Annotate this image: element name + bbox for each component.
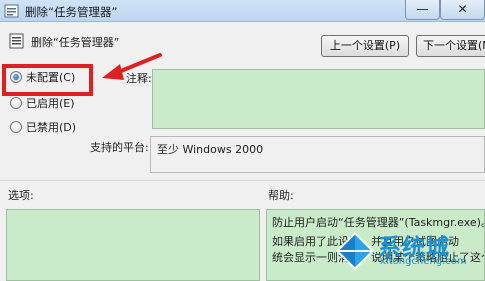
help-label: 帮助: bbox=[268, 189, 294, 202]
supported-platform-label: 支持的平台: bbox=[90, 141, 149, 154]
minimize-button[interactable]: — bbox=[405, 0, 440, 20]
policy-title: 删除“任务管理器” bbox=[31, 36, 120, 49]
annotation-highlight-box bbox=[2, 64, 93, 96]
options-pane bbox=[6, 209, 260, 281]
options-label: 选项: bbox=[8, 189, 34, 202]
watermark: 系统城 xitongcheng.com bbox=[330, 226, 485, 281]
minimize-icon: — bbox=[416, 2, 429, 16]
supported-platform-value: 至少 Windows 2000 bbox=[150, 136, 485, 173]
radio-enabled[interactable]: 已启用(E) bbox=[10, 95, 75, 111]
policy-settings-icon bbox=[4, 4, 19, 18]
radio-label: 已禁用(D) bbox=[26, 121, 77, 134]
window-title: 删除“任务管理器” bbox=[25, 5, 118, 19]
watermark-url: xitongcheng.com bbox=[380, 256, 467, 267]
radio-button[interactable] bbox=[10, 121, 22, 133]
radio-disabled[interactable]: 已禁用(D) bbox=[10, 119, 76, 135]
next-setting-button[interactable]: 下一个设置(N) bbox=[416, 35, 485, 57]
radio-label: 已启用(E) bbox=[26, 97, 75, 110]
platform-text: 至少 Windows 2000 bbox=[157, 143, 264, 156]
policy-settings-icon bbox=[9, 33, 24, 49]
annotation-arrow-icon bbox=[102, 53, 162, 80]
previous-setting-button[interactable]: 上一个设置(P) bbox=[321, 35, 409, 57]
title-bar: 删除“任务管理器” — ✕ bbox=[0, 0, 485, 22]
close-button[interactable]: ✕ bbox=[440, 0, 485, 20]
watermark-logo-icon bbox=[335, 231, 375, 271]
section-divider bbox=[0, 180, 485, 181]
comment-textarea[interactable] bbox=[152, 69, 485, 129]
close-icon: ✕ bbox=[457, 2, 468, 16]
radio-button[interactable] bbox=[10, 97, 22, 109]
